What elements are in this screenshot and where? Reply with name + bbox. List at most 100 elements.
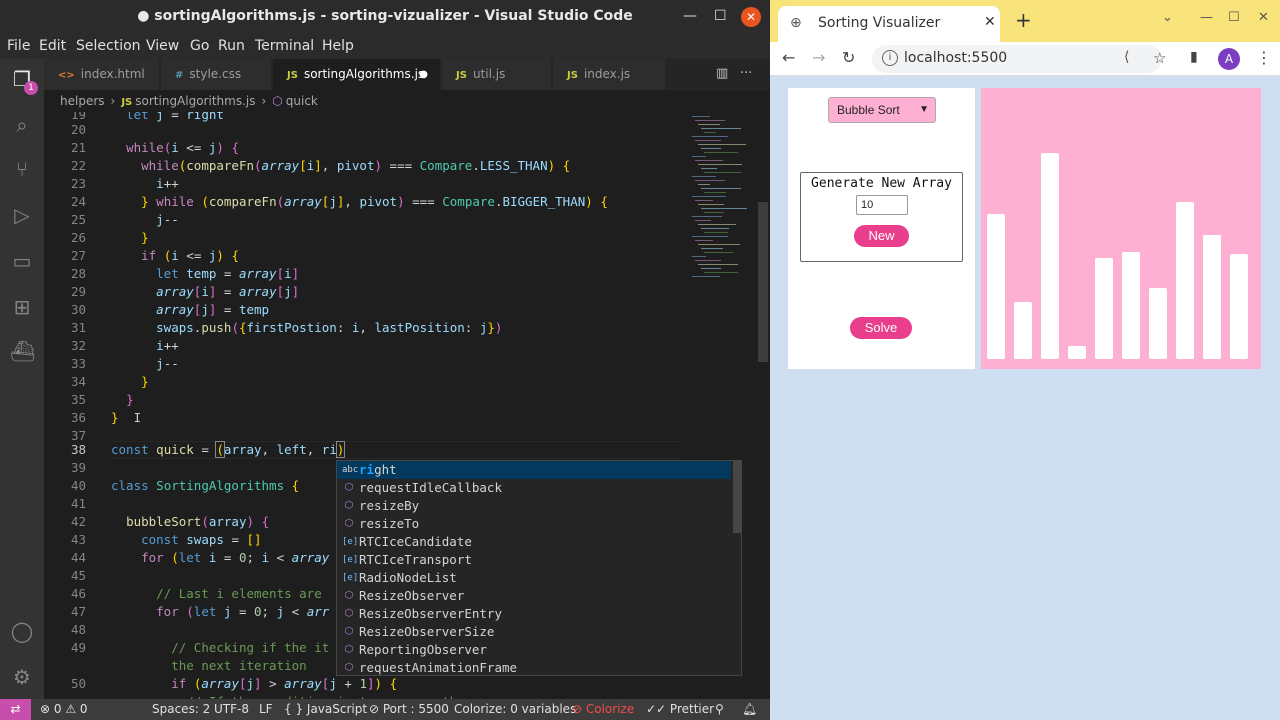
live-server-port[interactable]: ⊘ Port : 5500 [369,699,449,720]
browser-tab-title: Sorting Visualizer [818,15,941,31]
new-tab-icon[interactable]: + [1015,8,1032,32]
menu-selection[interactable]: Selection [76,38,141,54]
forward-icon[interactable]: → [812,48,825,67]
site-info-icon[interactable]: i [882,50,898,66]
suggestion-item[interactable]: [e] RadioNodeList [337,569,731,587]
breadcrumb-folder[interactable]: helpers [60,94,105,108]
maximize-button[interactable]: ☐ [1228,10,1240,25]
suggest-scrollbar[interactable] [733,461,741,533]
suggestion-item[interactable]: ⬡ ResizeObserverEntry [337,605,731,623]
menu-file[interactable]: File [7,38,30,54]
array-bar [1041,153,1059,359]
docker-icon[interactable]: ⛴ [10,339,35,363]
sorting-visualizer-page: Bubble Sort ▼ Generate New Array 10 New … [770,76,1280,720]
minimap-line [692,196,726,197]
editor-scrollbar[interactable] [758,202,768,362]
browser-window: ⊕ Sorting Visualizer ✕ + ⌄ — ☐ ✕ ← → ↻ i… [770,0,1280,720]
close-button[interactable]: ✕ [1258,10,1269,25]
end-of-line[interactable]: LF [259,699,273,720]
js-file-icon: JS [567,70,578,81]
vscode-window: ● sortingAlgorithms.js - sorting-vizuali… [0,0,770,720]
tab-util-js[interactable]: JS util.js [442,59,552,90]
menu-help[interactable]: Help [322,38,354,54]
line-number: 22 [70,158,86,173]
menu-run[interactable]: Run [218,38,245,54]
search-icon[interactable]: ⌕ [10,113,34,137]
symbol-icon: ⬡ [272,94,283,108]
suggestion-item[interactable]: ⬡ resizeBy [337,497,731,515]
tab-sortingalgorithms-js[interactable]: JS sortingAlgorithms.js ● [273,59,441,90]
minimap-line [704,192,726,193]
feedback-icon[interactable]: ⚲ [715,699,724,720]
menu-view[interactable]: View [146,38,179,54]
notifications-bell-icon[interactable]: 🔔︎ [742,699,757,720]
breadcrumb-file[interactable]: sortingAlgorithms.js [135,94,255,108]
new-array-button[interactable]: New [854,225,909,247]
minimap-line [695,240,713,241]
settings-gear-icon[interactable]: ⚙ [10,665,34,689]
suggestion-item[interactable]: ⬡ ResizeObserverSize [337,623,731,641]
back-icon[interactable]: ← [782,48,795,67]
tab-index-js[interactable]: JS index.js [553,59,666,90]
language-mode[interactable]: { } JavaScript [284,699,367,720]
extensions-icon[interactable]: ⊞ [10,295,34,319]
code-editor[interactable]: 19 20 21 22 23 24 25 26 27 28 29 30 31 32 33 34 35 36 37 38… [44,112,770,700]
suggestion-item[interactable]: ⬡ ResizeObserver [337,587,731,605]
close-button[interactable]: ✕ [741,7,761,27]
reload-icon[interactable]: ↻ [842,48,855,67]
minimize-button[interactable]: — [683,8,697,24]
problems-count[interactable]: ⊗ 0 ⚠ 0 [40,699,88,720]
avatar[interactable]: A [1218,48,1240,70]
more-actions-icon[interactable]: ··· [740,66,752,81]
split-editor-icon[interactable]: ▥ [716,66,728,81]
run-debug-icon[interactable]: ▷ [10,203,34,227]
breadcrumb: helpers › JS sortingAlgorithms.js › ⬡ quick [44,90,770,112]
tab-style-css[interactable]: # style.css [161,59,272,90]
colorize-toggle[interactable]: ⊘ Colorize [572,699,634,720]
maximize-button[interactable]: ☐ [714,8,727,24]
browser-tab[interactable]: ⊕ Sorting Visualizer ✕ [778,6,1000,42]
colorize-variables[interactable]: Colorize: 0 variables [454,699,576,720]
minimap-line [701,248,723,249]
tab-index-html[interactable]: <> index.html [44,59,160,90]
close-tab-icon[interactable]: ✕ [984,14,996,30]
minimize-button[interactable]: — [1200,10,1213,25]
menu-terminal[interactable]: Terminal [255,38,314,54]
address-bar[interactable]: i localhost:5500 ⟨ [872,45,1162,73]
suggestion-item[interactable]: ⬡ ReportingObserver [337,641,731,659]
js-file-icon: JS [287,70,298,81]
side-panel-icon[interactable]: ▮ [1190,49,1198,65]
indentation[interactable]: Spaces: 2 [152,699,210,720]
suggestion-item[interactable]: abc right [337,461,731,479]
algorithm-select[interactable]: Bubble Sort ▼ [828,97,936,123]
remote-indicator-icon[interactable]: ⇄ [0,699,31,720]
suggestion-item[interactable]: ⬡ requestIdleCallback [337,479,731,497]
menu-edit[interactable]: Edit [39,38,66,54]
menu-go[interactable]: Go [190,38,209,54]
suggestion-item[interactable]: ⬡ resizeTo [337,515,731,533]
code-line-33: j-- [156,356,179,371]
share-icon[interactable]: ⟨ [1124,49,1129,65]
breadcrumb-symbol[interactable]: quick [286,94,318,108]
suggestion-item[interactable]: [e] RTCIceTransport [337,551,731,569]
accounts-icon[interactable]: ◯ [10,619,34,643]
encoding[interactable]: UTF-8 [214,699,249,720]
source-control-icon[interactable]: ⑂ [10,157,34,181]
minimap-line [695,160,723,161]
solve-button[interactable]: Solve [850,317,912,339]
suggestion-item[interactable]: ⬡ requestAnimationFrame [337,659,731,677]
browser-menu-icon[interactable]: ⋮ [1256,48,1272,67]
bookmark-star-icon[interactable]: ☆ [1153,49,1166,67]
suggestion-label: requestAnimationFrame [359,660,518,675]
line-number: 24 [70,194,86,209]
prettier-status[interactable]: ✓✓ Prettier [646,699,714,720]
line-number: 46 [70,586,86,601]
tab-search-icon[interactable]: ⌄ [1162,10,1173,25]
remote-explorer-icon[interactable]: ▭ [10,249,34,273]
array-size-input[interactable]: 10 [856,195,908,215]
suggestion-item[interactable]: [e] RTCIceCandidate [337,533,731,551]
minimap-line [704,152,738,153]
unsaved-dot-icon[interactable]: ● [419,59,428,90]
minimap[interactable] [688,112,752,282]
code-line-35: } [126,392,134,407]
